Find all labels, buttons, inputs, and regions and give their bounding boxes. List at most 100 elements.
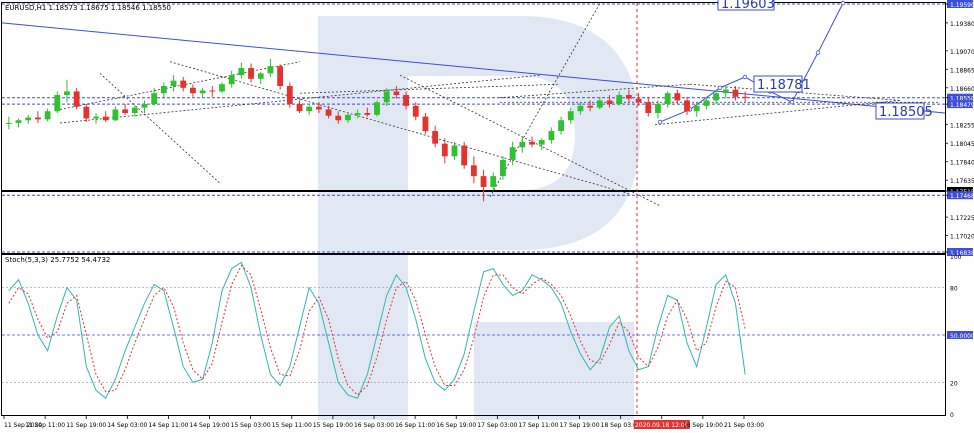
callout-1-18505: 1.18505 [875, 102, 933, 120]
candle-body [93, 116, 99, 119]
candle-body [655, 104, 661, 114]
candle-body [393, 91, 400, 96]
candle-body [238, 67, 245, 76]
price-tick-label: 1.19380 [950, 21, 974, 28]
candle-body [703, 100, 710, 106]
price-tick-label: 1.18660 [950, 86, 974, 93]
candle-body [422, 116, 429, 132]
forecast-point [815, 50, 821, 55]
forecast-point [717, 85, 723, 91]
price-tick-label: 1.17468 [950, 193, 974, 200]
candle-body [684, 100, 690, 112]
candle-body [567, 111, 574, 121]
forecast-point [840, 0, 846, 6]
candle-body [83, 106, 90, 119]
svg-text:1.19603: 1.19603 [721, 0, 775, 12]
candle-body [209, 90, 216, 92]
oscillator-axis: 100 80 50.0000 20 0 [947, 254, 974, 419]
price-tick-label: 1.17840 [950, 160, 974, 167]
candle-body [412, 105, 419, 117]
candle-body [5, 122, 12, 124]
candle-body [383, 91, 390, 103]
candle-body [335, 115, 342, 121]
time-tick-label: 14 Sep 11:00 [148, 422, 188, 429]
osc-tick-label: 50.0000 [950, 333, 974, 340]
candle-body [64, 91, 70, 96]
candle-body [548, 131, 555, 141]
price-tick-label: 1.18045 [950, 141, 974, 148]
candle-body [441, 143, 448, 157]
candle-body [674, 93, 681, 101]
candle-body [15, 120, 22, 123]
time-tick-label: 15 Sep 03:00 [231, 422, 271, 429]
candle-body [722, 89, 729, 94]
price-tick-label: 1.19070 [950, 49, 974, 56]
candle-body [25, 117, 32, 121]
candle-body [577, 105, 584, 112]
candle-body [664, 93, 671, 105]
candle-body [257, 73, 264, 79]
candle-body [170, 80, 177, 87]
time-tick-label: 16 Sep 11:00 [395, 422, 435, 429]
candle-body [73, 91, 80, 107]
time-tick-label: 11 Sep 11:00 [25, 422, 65, 429]
candle-body [190, 87, 196, 94]
time-tick-label: 16 Sep 19:00 [436, 422, 476, 429]
candle-body [538, 140, 545, 145]
svg-text:1.18505: 1.18505 [879, 105, 933, 120]
candle-body [325, 109, 332, 116]
candle-body [625, 95, 632, 99]
candle-body [616, 95, 623, 105]
candle-body [519, 141, 526, 148]
candle-body [732, 89, 739, 97]
candle-body [500, 159, 506, 177]
time-tick-label: 17 Sep 03:00 [477, 422, 517, 429]
price-tick-label: 1.17635 [950, 178, 974, 185]
oscillator-pane-header: Stoch(5,3,3) 25.7752 54.4732 [5, 256, 110, 264]
candle-body [306, 106, 313, 112]
candle-body [345, 114, 351, 121]
candle-body [742, 96, 749, 98]
candle-body [219, 84, 225, 92]
candle-body [364, 113, 371, 115]
forecast-point [742, 74, 748, 80]
oscillator-layer [2, 261, 945, 399]
candle-body [267, 66, 274, 74]
candle-body [248, 67, 254, 79]
candle-body [587, 105, 594, 108]
candle-body [451, 145, 458, 157]
candle-body [645, 102, 652, 114]
callout-1-19603: 1.19603 [717, 0, 775, 12]
osc-tick-label: 20 [950, 380, 958, 387]
candle-body [277, 66, 284, 87]
osc-tick-label: 80 [950, 286, 958, 293]
time-tick-label: 11 Sep 19:00 [66, 422, 106, 429]
candle-body [315, 106, 322, 110]
watermark-logo [318, 16, 640, 420]
candle-body [480, 176, 487, 187]
price-tick-label: 1.18865 [950, 67, 974, 74]
candle-body [141, 104, 148, 108]
time-tick-label: 14 Sep 19:00 [190, 422, 230, 429]
osc-tick-label: 100 [950, 254, 962, 261]
candle-body [151, 93, 158, 105]
candle-body [44, 111, 51, 120]
price-tick-label: 1.18479 [950, 102, 974, 109]
candle-body [374, 102, 380, 115]
time-tick-label: 15 Sep 19:00 [313, 422, 353, 429]
candle-body [635, 98, 642, 103]
candle-body [509, 147, 516, 160]
price-tick-label: 1.17020 [950, 234, 974, 241]
candle-body [596, 100, 603, 108]
candle-body [432, 131, 439, 144]
price-axis: 1.195901.193801.190701.188651.186601.185… [945, 0, 974, 257]
candle-body [54, 95, 61, 112]
time-tick-label: 18 Sep 19:00 [683, 422, 723, 429]
candle-body [693, 105, 700, 112]
candle-body [35, 117, 41, 120]
candle-body [354, 113, 361, 115]
time-tick-label: 16 Sep 03:00 [354, 422, 394, 429]
candle-body [296, 104, 303, 112]
candle-body [122, 109, 129, 114]
price-pane-header: EURUSD,H1 1.18573 1.18675 1.18546 1.1855… [5, 4, 171, 12]
